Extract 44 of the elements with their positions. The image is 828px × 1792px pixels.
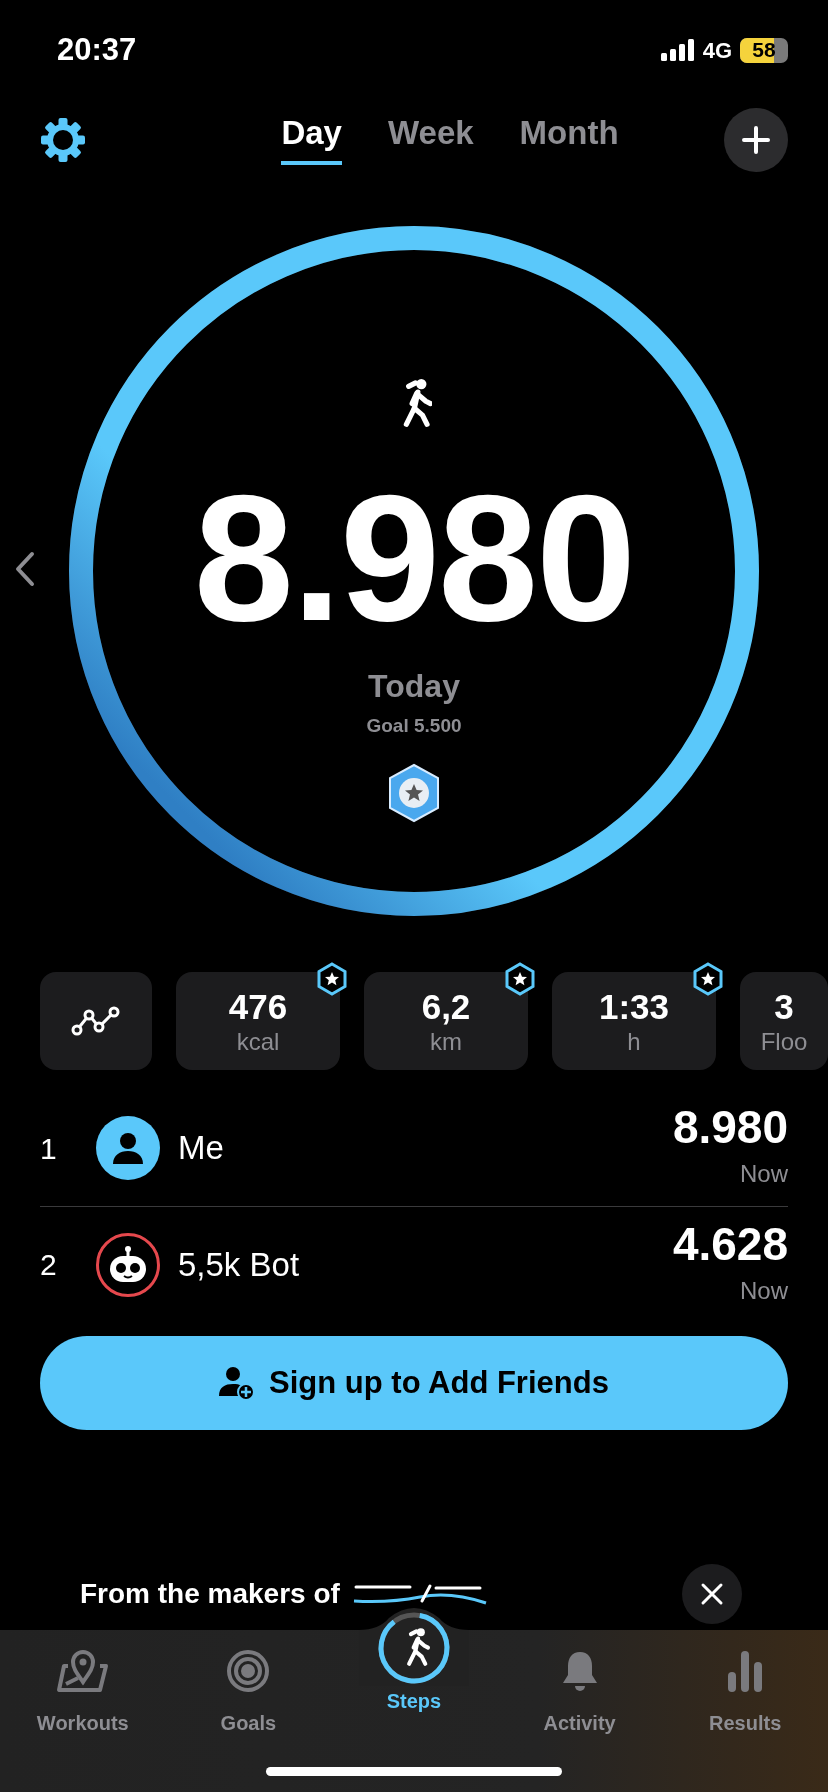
period-tab[interactable]: Month: [519, 114, 619, 166]
updated-time: Now: [740, 1275, 788, 1306]
stat-unit: h: [627, 1029, 641, 1054]
player-name: Me: [178, 1128, 225, 1169]
tab-bar-item[interactable]: Workouts: [0, 1640, 166, 1738]
step-count: 8.980: [193, 468, 635, 648]
plus-icon: [741, 125, 771, 155]
rank-number: 1: [40, 1130, 58, 1167]
sign-up-button[interactable]: Sign up to Add Friends: [40, 1336, 788, 1430]
tab-bar-item[interactable]: Results: [662, 1640, 828, 1738]
battery-icon: 58: [740, 37, 788, 63]
walking-person-icon: [359, 1606, 469, 1686]
bar-chart-icon: [727, 1650, 764, 1692]
star-badge-icon: [387, 762, 441, 823]
player-steps: 8.980: [672, 1104, 788, 1150]
rank-number: 2: [40, 1247, 58, 1283]
status-time: 20:37: [57, 30, 137, 69]
stat-unit: km: [430, 1029, 462, 1054]
trend-chart-button[interactable]: [40, 972, 152, 1070]
add-person-icon: [219, 1366, 256, 1400]
tab-bar-item[interactable]: Goals: [165, 1640, 332, 1738]
settings-icon[interactable]: [40, 117, 86, 163]
period-tab[interactable]: Day: [281, 114, 342, 166]
player-steps: 4.628: [672, 1220, 788, 1267]
line-chart-icon: [71, 1006, 121, 1036]
stat-value: 476: [228, 988, 288, 1024]
map-pin-icon: [55, 1648, 110, 1694]
period-tab[interactable]: Week: [388, 114, 474, 166]
stat-value: 6,2: [421, 988, 471, 1024]
network-label: 4G: [702, 36, 732, 65]
person-icon: [111, 1131, 145, 1165]
stat-unit: Floo: [760, 1029, 808, 1054]
stat-value: 1:33: [598, 988, 670, 1024]
player-name: 5,5k Bot: [178, 1244, 301, 1285]
updated-time: Now: [740, 1159, 788, 1189]
stat-unit: kcal: [236, 1029, 280, 1054]
tab-bar-item[interactable]: Activity: [496, 1640, 663, 1738]
previous-day-icon[interactable]: [14, 551, 36, 587]
target-icon: [226, 1649, 271, 1693]
signal-icon: [660, 39, 695, 61]
stat-value: 3: [774, 988, 794, 1024]
period-label: Today: [368, 670, 460, 702]
close-icon: [700, 1582, 724, 1606]
goal-label: Goal 5.500: [366, 714, 462, 738]
